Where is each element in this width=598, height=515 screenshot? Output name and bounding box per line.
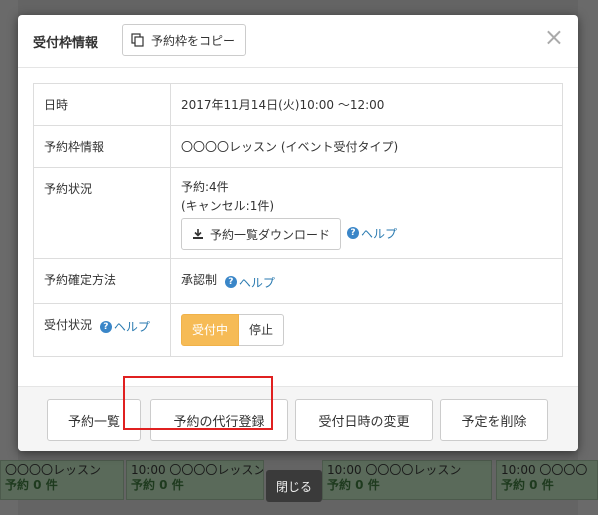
- slot-info-value: 〇〇〇〇レッスン (イベント受付タイプ): [170, 125, 563, 168]
- copy-icon: [131, 33, 145, 47]
- accept-status-toggle: 受付中 停止: [181, 313, 285, 346]
- tile-count: 予約 0 件: [501, 478, 554, 492]
- confirm-method-value: 承認制 ? ヘルプ: [170, 258, 563, 304]
- table-row: 予約枠情報 〇〇〇〇レッスン (イベント受付タイプ): [33, 125, 563, 168]
- highlight-box: [123, 376, 273, 430]
- copy-slot-button[interactable]: 予約枠をコピー: [122, 24, 247, 56]
- change-schedule-button[interactable]: 受付日時の変更: [295, 399, 433, 441]
- background-slot-tile[interactable]: 10:00 〇〇〇〇レッスン 予約 0 件: [126, 460, 264, 500]
- close-button[interactable]: 閉じる: [266, 470, 322, 502]
- datetime-label: 日時: [33, 83, 171, 126]
- accept-status-value: 受付中 停止: [170, 302, 563, 357]
- table-row: 予約確定方法 承認制 ? ヘルプ: [33, 258, 563, 304]
- help-link[interactable]: ? ヘルプ: [99, 318, 150, 335]
- close-icon[interactable]: ×: [544, 25, 564, 49]
- tile-count: 予約 0 件: [131, 478, 184, 492]
- confirm-method-label: 予約確定方法: [33, 258, 171, 304]
- reservation-status-value: 予約:4件 (キャンセル:1件) 予約一覧ダウンロード ? ヘルプ: [170, 167, 563, 259]
- confirm-method-text: 承認制: [181, 273, 218, 287]
- help-link[interactable]: ? ヘルプ: [224, 274, 275, 291]
- help-label: ヘルプ: [238, 275, 275, 290]
- tile-count: 予約 0 件: [327, 478, 380, 492]
- help-link[interactable]: ? ヘルプ: [347, 225, 397, 242]
- datetime-value: 2017年11月14日(火)10:00 〜12:00: [170, 83, 563, 126]
- download-icon: [192, 228, 204, 240]
- slot-info-label: 予約枠情報: [33, 125, 171, 168]
- background-left-edge: [0, 0, 18, 515]
- slot-info-modal: 受付枠情報 予約枠をコピー × 日時 2017年11月14日(火)10:00 〜…: [18, 15, 578, 451]
- table-row: 予約状況 予約:4件 (キャンセル:1件) 予約一覧ダウンロード ? ヘルプ: [33, 167, 563, 259]
- background-slot-tile[interactable]: 10:00 〇〇〇〇 予約 0 件: [496, 460, 598, 500]
- accepting-button[interactable]: 受付中: [181, 313, 240, 346]
- help-icon: ?: [347, 227, 360, 239]
- accept-status-label: 受付状況: [44, 317, 93, 332]
- table-row: 受付状況 ? ヘルプ 受付中 停止: [33, 302, 563, 357]
- copy-slot-label: 予約枠をコピー: [151, 33, 236, 48]
- tile-label: 10:00 〇〇〇〇: [501, 463, 588, 477]
- modal-header: 受付枠情報 予約枠をコピー ×: [18, 15, 578, 68]
- background-slot-tile[interactable]: 10:00 〇〇〇〇レッスン 予約 0 件: [322, 460, 492, 500]
- tile-label: 〇〇〇〇レッスン: [5, 463, 102, 477]
- download-list-label: 予約一覧ダウンロード: [210, 227, 331, 242]
- background-slot-tile[interactable]: 〇〇〇〇レッスン 予約 0 件: [0, 460, 124, 500]
- download-list-button[interactable]: 予約一覧ダウンロード: [181, 218, 342, 250]
- slot-info-table: 日時 2017年11月14日(火)10:00 〜12:00 予約枠情報 〇〇〇〇…: [33, 83, 563, 357]
- table-row: 日時 2017年11月14日(火)10:00 〜12:00: [33, 83, 563, 126]
- modal-footer: 予約一覧 予約の代行登録 受付日時の変更 予定を削除: [18, 386, 578, 451]
- reservation-status-label: 予約状況: [33, 167, 171, 259]
- help-icon: ?: [224, 276, 237, 288]
- accept-status-label-cell: 受付状況 ? ヘルプ: [33, 302, 171, 357]
- tile-label: 10:00 〇〇〇〇レッスン: [131, 463, 264, 477]
- reservation-count: 予約:4件: [181, 180, 229, 194]
- cancel-count: (キャンセル:1件): [181, 199, 275, 213]
- help-label: ヘルプ: [361, 226, 398, 241]
- stop-button[interactable]: 停止: [239, 313, 285, 346]
- help-icon: ?: [99, 320, 112, 333]
- background-right-edge: [578, 0, 598, 515]
- help-label: ヘルプ: [113, 320, 150, 334]
- delete-schedule-button[interactable]: 予定を削除: [440, 399, 548, 441]
- tile-count: 予約 0 件: [5, 478, 58, 492]
- modal-title: 受付枠情報: [33, 36, 99, 51]
- tile-label: 10:00 〇〇〇〇レッスン: [327, 463, 462, 477]
